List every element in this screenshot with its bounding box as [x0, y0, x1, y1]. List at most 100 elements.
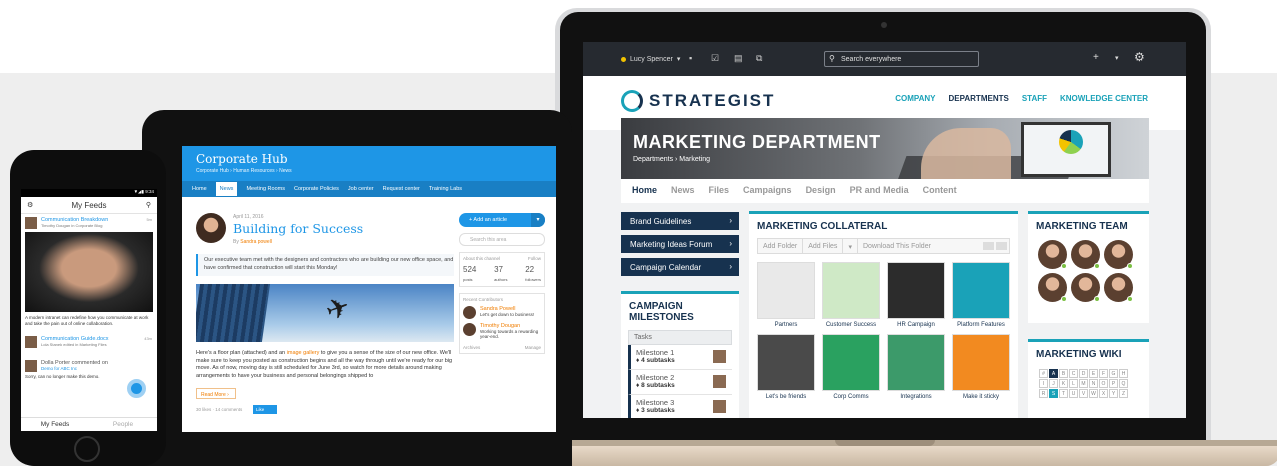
contributor[interactable]: Sandra Powell Let's get down to business! — [463, 306, 541, 319]
file-thumbnail[interactable]: HR Campaign — [887, 262, 945, 332]
wiki-letter[interactable]: Y — [1109, 389, 1118, 398]
nav-job-center[interactable]: Job center — [348, 186, 374, 192]
contributor[interactable]: Timothy Dougan Working towards a rewardin… — [463, 323, 541, 339]
nav-company[interactable]: COMPANY — [895, 94, 935, 103]
tab-home[interactable]: Home — [632, 185, 657, 203]
tab-people[interactable]: People — [89, 418, 157, 431]
wiki-letter[interactable]: S — [1049, 389, 1058, 398]
gear-icon[interactable]: ⚙ — [27, 201, 33, 209]
nav-news[interactable]: News — [215, 182, 238, 196]
file-thumbnail[interactable]: Partners — [757, 262, 815, 332]
list-view-icon[interactable] — [983, 242, 994, 250]
user-menu[interactable]: Lucy Spencer ▾ — [621, 55, 680, 63]
wiki-letter[interactable]: D — [1079, 369, 1088, 378]
checkbox-icon[interactable]: ☑ — [711, 53, 719, 64]
wiki-letter[interactable]: O — [1099, 379, 1108, 388]
avatar[interactable] — [1071, 273, 1100, 302]
wiki-letter[interactable]: C — [1069, 369, 1078, 378]
file-thumbnail[interactable]: Platform Features — [952, 262, 1010, 332]
tab-content[interactable]: Content — [923, 185, 957, 203]
wiki-letter[interactable]: F — [1099, 369, 1108, 378]
nav-departments[interactable]: DEPARTMENTS — [949, 94, 1009, 103]
wiki-letter[interactable]: I — [1039, 379, 1048, 388]
add-folder-button[interactable]: Add Folder — [758, 239, 804, 253]
chevron-down-icon[interactable]: ▾ — [843, 239, 858, 253]
author-avatar[interactable] — [196, 213, 226, 243]
wiki-letter[interactable]: H — [1119, 369, 1128, 378]
author-link[interactable]: Sandra powell — [240, 239, 272, 245]
tab-news[interactable]: News — [671, 185, 695, 203]
wiki-letter[interactable]: U — [1069, 389, 1078, 398]
wiki-letter[interactable]: J — [1049, 379, 1058, 388]
nav-knowledge-center[interactable]: KNOWLEDGE CENTER — [1060, 94, 1148, 103]
external-icon[interactable]: ⧉ — [756, 53, 762, 64]
wiki-letter[interactable]: G — [1109, 369, 1118, 378]
file-thumbnail[interactable]: Customer Success — [822, 262, 880, 332]
manage-button[interactable]: Manage — [525, 345, 541, 350]
tab-pr-and-media[interactable]: PR and Media — [850, 185, 909, 203]
nav-home[interactable]: Home — [192, 186, 207, 192]
plus-icon[interactable]: + — [1093, 52, 1099, 63]
brand-guidelines-link[interactable]: Brand Guidelines › — [621, 212, 739, 230]
wiki-letter[interactable]: B — [1059, 369, 1068, 378]
chevron-down-icon[interactable]: ▾ — [1115, 54, 1119, 62]
milestone-row[interactable]: Milestone 3 ♦ 3 subtasks — [628, 395, 732, 418]
avatar[interactable] — [1071, 240, 1100, 269]
file-thumbnail[interactable]: Corp Comms — [822, 334, 880, 404]
file-thumbnail[interactable]: Integrations — [887, 334, 945, 404]
campaign-calendar-link[interactable]: Campaign Calendar › — [621, 258, 739, 276]
wiki-letter[interactable]: N — [1089, 379, 1098, 388]
avatar[interactable] — [1038, 273, 1067, 302]
milestone-row[interactable]: Milestone 2 ♦ 8 subtasks — [628, 370, 732, 395]
add-article-button[interactable]: + Add an article ▾ — [459, 213, 545, 227]
wiki-letter[interactable]: L — [1069, 379, 1078, 388]
nav-meeting-rooms[interactable]: Meeting Rooms — [246, 186, 285, 192]
inbox-icon[interactable]: ▤ — [734, 53, 743, 64]
download-folder-button[interactable]: Download This Folder — [858, 239, 983, 253]
wiki-letter[interactable]: V — [1079, 389, 1088, 398]
add-files-button[interactable]: Add Files — [803, 239, 844, 253]
follow-button[interactable]: Follow — [528, 256, 541, 261]
wiki-letter[interactable]: P — [1109, 379, 1118, 388]
nav-corporate-policies[interactable]: Corporate Policies — [294, 186, 339, 192]
tab-files[interactable]: Files — [709, 185, 730, 203]
wiki-letter[interactable]: # — [1039, 369, 1048, 378]
file-thumbnail[interactable]: Make it sticky — [952, 334, 1010, 404]
feed-item[interactable]: Communication Guide.docx Lola Stanek edi… — [21, 333, 157, 348]
tab-my-feeds[interactable]: My Feeds — [21, 418, 89, 431]
nav-training-labs[interactable]: Training Labs — [429, 186, 462, 192]
wiki-letter[interactable]: M — [1079, 379, 1088, 388]
nav-request-center[interactable]: Request center — [383, 186, 420, 192]
feed-item[interactable]: Communication Breakdown Timothy Dougan i… — [21, 214, 157, 229]
like-button[interactable]: Like — [253, 405, 277, 414]
gear-icon[interactable]: ⚙ — [1134, 50, 1145, 64]
search-input[interactable]: ⚲ Search everywhere — [824, 51, 979, 67]
read-more-button[interactable]: Read More › — [196, 388, 236, 399]
tab-campaigns[interactable]: Campaigns — [743, 185, 792, 203]
wiki-letter[interactable]: A — [1049, 369, 1058, 378]
archives-link[interactable]: Archives — [463, 345, 480, 350]
home-button[interactable] — [74, 436, 100, 462]
tab-design[interactable]: Design — [806, 185, 836, 203]
image-gallery-link[interactable]: image gallery — [287, 350, 320, 356]
nav-staff[interactable]: STAFF — [1022, 94, 1047, 103]
avatar[interactable] — [1038, 240, 1067, 269]
wiki-letter[interactable]: X — [1099, 389, 1108, 398]
file-thumbnail[interactable]: Let's be friends — [757, 334, 815, 404]
chevron-down-icon[interactable]: ▾ — [531, 213, 545, 227]
feed-item[interactable]: Dolla Porter commented on Demo for ABC I… — [21, 357, 157, 372]
post-title[interactable]: Building for Success — [233, 221, 363, 236]
search-icon[interactable]: ⚲ — [146, 201, 151, 209]
avatar[interactable] — [1104, 273, 1133, 302]
marketing-ideas-forum-link[interactable]: Marketing Ideas Forum › — [621, 235, 739, 253]
breadcrumb[interactable]: Corporate Hub › Human Resources › News — [196, 168, 556, 174]
wiki-letter[interactable]: E — [1089, 369, 1098, 378]
milestone-row[interactable]: Milestone 1 ♦ 4 subtasks — [628, 345, 732, 370]
search-input[interactable]: Search this area — [459, 233, 545, 246]
wiki-letter[interactable]: Z — [1119, 389, 1128, 398]
brand-logo[interactable]: STRATEGIST — [621, 90, 775, 112]
wiki-letter[interactable]: Q — [1119, 379, 1128, 388]
compose-button[interactable] — [127, 379, 146, 398]
wiki-letter[interactable]: T — [1059, 389, 1068, 398]
wiki-letter[interactable]: W — [1089, 389, 1098, 398]
